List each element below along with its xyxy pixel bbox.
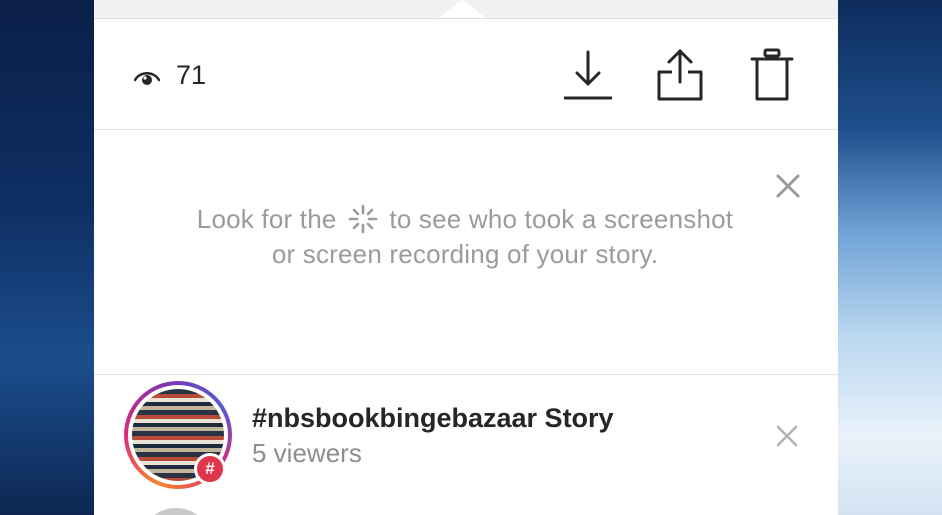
- story-viewers-panel: 71 Look for the to see who took a screen…: [94, 0, 838, 515]
- share-icon[interactable]: [656, 48, 704, 102]
- close-icon[interactable]: [774, 172, 802, 200]
- notice-text: Look for the to see who took a screensho…: [194, 202, 736, 272]
- trash-icon[interactable]: [750, 48, 794, 102]
- panel-notch: [438, 0, 486, 18]
- screenshot-notice: Look for the to see who took a screensho…: [94, 130, 838, 375]
- story-viewer-count: 5 viewers: [252, 438, 362, 468]
- story-row[interactable]: # #nbsbookbingebazaar Story 5 viewers: [94, 375, 838, 497]
- background-left: [0, 0, 94, 515]
- hashtag-badge: #: [194, 453, 226, 485]
- view-count: 71: [176, 60, 207, 90]
- download-icon[interactable]: [564, 48, 612, 102]
- background-right: [838, 0, 942, 515]
- panel-top-strip: [94, 0, 838, 19]
- notice-text-end: to see who took a screenshot or screen r…: [271, 204, 734, 269]
- eye-icon: [134, 72, 160, 85]
- story-toolbar: 71: [94, 18, 838, 130]
- screenshot-spinner-icon: [348, 204, 378, 234]
- story-title[interactable]: #nbsbookbingebazaar Story: [252, 403, 614, 434]
- close-icon[interactable]: [774, 423, 800, 449]
- notice-text-start: Look for the: [196, 204, 337, 234]
- next-row-avatar: [148, 508, 204, 515]
